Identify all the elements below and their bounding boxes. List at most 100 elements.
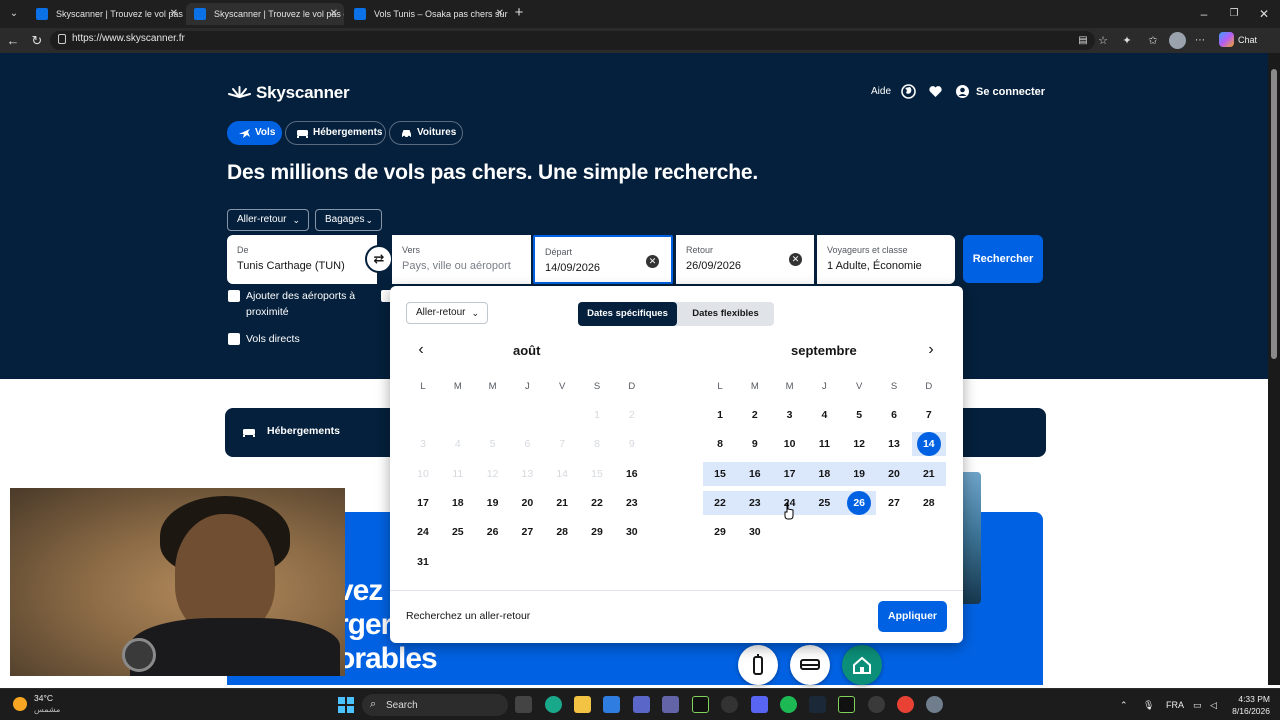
back-icon[interactable]: ← (4, 32, 22, 50)
globe-icon[interactable] (901, 84, 916, 99)
discord-icon[interactable] (751, 696, 768, 713)
to-field[interactable]: Vers Pays, ville ou aéroport (392, 235, 531, 284)
calendar-day[interactable]: 4 (809, 404, 839, 426)
tab-hotels[interactable]: Hébergements (285, 121, 386, 145)
edge-browser-icon[interactable] (545, 696, 562, 713)
swap-airports-button[interactable]: ⇄ (365, 245, 393, 273)
tab-list-icon[interactable]: ⌄ (6, 6, 22, 22)
quick-link-hotels-button[interactable] (790, 645, 830, 685)
weather-sun-icon[interactable] (13, 697, 27, 711)
input-language[interactable]: FRA (1166, 700, 1184, 710)
calendar-day[interactable]: 28 (547, 521, 577, 543)
trip-type-select[interactable]: Aller-retour ⌄ (227, 209, 309, 231)
skyscanner-logo[interactable]: Skyscanner (227, 83, 350, 103)
close-tab-icon[interactable]: ✕ (330, 3, 338, 25)
close-window-icon[interactable]: ✕ (1249, 0, 1279, 28)
profile-avatar[interactable] (1169, 32, 1186, 49)
extensions-icon[interactable]: ✦ (1118, 32, 1136, 50)
calendar-day[interactable]: 27 (879, 492, 909, 514)
calendar-day[interactable]: 14 (914, 433, 944, 455)
favorite-star-icon[interactable]: ☆ (1094, 32, 1112, 50)
calendar-day[interactable]: 22 (705, 492, 735, 514)
calendar-day[interactable]: 13 (879, 433, 909, 455)
copilot-icon[interactable] (1219, 32, 1234, 47)
calendar-day[interactable]: 10 (775, 433, 805, 455)
microphone-tray-icon[interactable]: 🎙 (1143, 700, 1154, 711)
tab-specific-dates[interactable]: Dates spécifiques (578, 302, 677, 326)
quick-link-flights-button[interactable] (738, 645, 778, 685)
calendar-day[interactable]: 1 (705, 404, 735, 426)
heart-icon[interactable] (928, 84, 943, 99)
calendar-day[interactable]: 12 (844, 433, 874, 455)
minimize-icon[interactable]: – (1189, 0, 1219, 28)
close-tab-icon[interactable]: ✕ (170, 3, 178, 25)
spotify-icon[interactable] (780, 696, 797, 713)
tab-flexible-dates[interactable]: Dates flexibles (677, 302, 774, 326)
travellers-field[interactable]: Voyageurs et classe 1 Adulte, Économie (817, 235, 955, 284)
weather-temperature[interactable]: 34°C (34, 693, 53, 703)
calendar-day[interactable]: 2 (740, 404, 770, 426)
quick-link-home-button[interactable] (842, 645, 882, 685)
calendar-day[interactable]: 31 (408, 551, 438, 573)
calendar-day[interactable]: 15 (705, 463, 735, 485)
tab-flights[interactable]: Vols (227, 121, 282, 145)
calendar-day[interactable]: 26 (844, 492, 874, 514)
volume-icon[interactable]: ◁ (1210, 700, 1217, 711)
task-view-icon[interactable] (515, 696, 532, 713)
calendar-day[interactable]: 29 (705, 521, 735, 543)
calendar-day[interactable]: 27 (512, 521, 542, 543)
calendar-day[interactable]: 24 (408, 521, 438, 543)
close-tab-icon[interactable]: ✕ (496, 3, 504, 25)
calendar-day[interactable]: 28 (914, 492, 944, 514)
new-tab-icon[interactable]: + (511, 5, 527, 21)
previous-month-icon[interactable]: ‹ (414, 342, 428, 358)
calendar-day[interactable]: 25 (443, 521, 473, 543)
clear-return-icon[interactable]: ✕ (789, 253, 802, 266)
calendar-day[interactable]: 26 (478, 521, 508, 543)
menu-dots-icon[interactable]: ⋯ (1191, 32, 1209, 50)
calendar-day[interactable]: 16 (617, 463, 647, 485)
settings-gear-icon[interactable] (926, 696, 943, 713)
app-icon[interactable] (868, 696, 885, 713)
calendar-day[interactable]: 18 (809, 463, 839, 485)
calendar-day[interactable]: 7 (914, 404, 944, 426)
clear-depart-icon[interactable]: ✕ (646, 255, 659, 268)
calendar-day[interactable]: 6 (879, 404, 909, 426)
calendar-day[interactable]: 20 (879, 463, 909, 485)
network-icon[interactable]: ▭ (1193, 700, 1202, 711)
windows-start-icon[interactable] (338, 697, 354, 713)
browser-tab-1[interactable]: Skyscanner | Trouvez le vol pas cher ✕ (28, 3, 184, 25)
search-button[interactable]: Rechercher (963, 235, 1043, 283)
calendar-day[interactable]: 16 (740, 463, 770, 485)
tray-chevron-icon[interactable]: ⌃ (1120, 700, 1128, 711)
chrome-icon[interactable] (897, 696, 914, 713)
outlook-icon[interactable] (603, 696, 620, 713)
calendar-day[interactable]: 17 (775, 463, 805, 485)
user-icon[interactable] (955, 84, 970, 99)
calendar-app-icon[interactable] (633, 696, 650, 713)
calendar-day[interactable]: 17 (408, 492, 438, 514)
baggage-select[interactable]: Bagages ⌄ (315, 209, 382, 231)
favorites-icon[interactable]: ✩ (1144, 32, 1162, 50)
obs-icon[interactable] (721, 696, 738, 713)
taskbar-search-box[interactable] (362, 694, 508, 716)
calendar-day[interactable]: 22 (582, 492, 612, 514)
scrollbar-thumb[interactable] (1271, 69, 1277, 359)
url-field[interactable] (50, 31, 1095, 50)
calendar-day[interactable]: 19 (844, 463, 874, 485)
calendar-day[interactable]: 25 (809, 492, 839, 514)
depart-field[interactable]: Départ 14/09/2026 ✕ (533, 235, 673, 284)
help-link[interactable]: Aide (871, 86, 891, 97)
nvidia-app-icon[interactable] (692, 696, 709, 713)
calendar-day[interactable]: 21 (914, 463, 944, 485)
calendar-day[interactable]: 3 (775, 404, 805, 426)
calendar-day[interactable]: 23 (617, 492, 647, 514)
next-month-icon[interactable]: › (924, 342, 938, 358)
steam-icon[interactable] (809, 696, 826, 713)
site-info-icon[interactable] (58, 34, 66, 44)
calendar-day[interactable]: 20 (512, 492, 542, 514)
page-scrollbar[interactable] (1268, 53, 1280, 685)
apply-button[interactable]: Appliquer (878, 601, 947, 632)
calendar-day[interactable]: 23 (740, 492, 770, 514)
calendar-day[interactable]: 11 (809, 433, 839, 455)
